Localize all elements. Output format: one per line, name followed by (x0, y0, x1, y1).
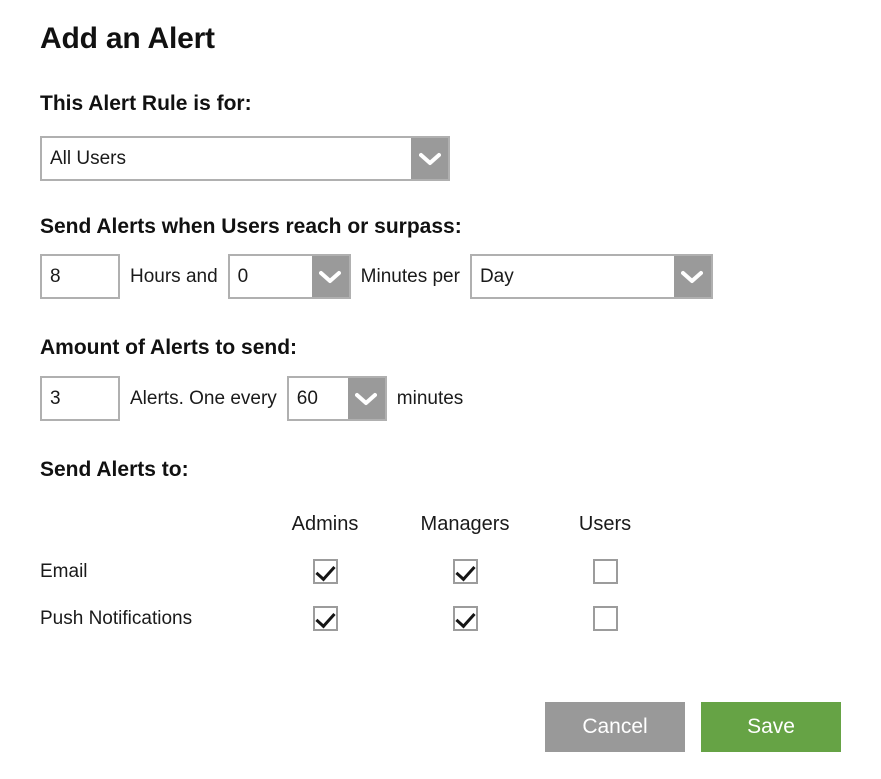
minutes-per-text: Minutes per (360, 265, 460, 287)
cancel-button[interactable]: Cancel (545, 702, 685, 752)
cell-push-users (535, 595, 675, 642)
minutes-unit-text: minutes (396, 387, 464, 409)
checkbox-email-managers[interactable] (452, 559, 478, 584)
checkbox-email-users[interactable] (592, 559, 618, 584)
column-header-users: Users (578, 512, 632, 535)
save-button[interactable]: Save (701, 702, 841, 752)
column-header-admins: Admins (291, 512, 359, 535)
recipients-table: Admins Managers Users Email Push Notific… (40, 500, 675, 642)
send-alerts-to-label: Send Alerts to: (40, 458, 189, 481)
alerts-count-input[interactable] (40, 376, 120, 421)
rule-for-row: All Users (40, 136, 450, 181)
cell-push-admins (255, 595, 395, 642)
interval-select[interactable]: 60 (286, 376, 387, 421)
interval-value: 60 (296, 387, 318, 409)
hours-and-text: Hours and (130, 265, 218, 287)
chevron-down-icon[interactable] (673, 256, 711, 297)
period-value: Day (479, 265, 514, 287)
alerts-one-every-text: Alerts. One every (130, 387, 277, 409)
threshold-row: Hours and 0 Minutes per Day (40, 254, 713, 299)
alert-target-select[interactable]: All Users (40, 136, 450, 181)
chevron-down-icon[interactable] (347, 378, 385, 419)
table-header-row: Admins Managers Users (40, 500, 675, 548)
chevron-down-icon[interactable] (411, 138, 448, 179)
checkbox-email-admins[interactable] (312, 559, 338, 584)
column-header-managers: Managers (420, 512, 510, 535)
amount-row: Alerts. One every 60 minutes (40, 376, 473, 421)
alert-target-value: All Users (50, 147, 127, 169)
rule-for-label: This Alert Rule is for: (40, 92, 252, 115)
cell-email-users (535, 548, 675, 595)
form-actions: Cancel Save (0, 702, 841, 752)
add-alert-form: Add an Alert This Alert Rule is for: All… (0, 0, 881, 779)
cell-email-admins (255, 548, 395, 595)
threshold-label: Send Alerts when Users reach or surpass: (40, 215, 462, 238)
chevron-down-icon[interactable] (311, 256, 349, 297)
table-row: Email (40, 548, 675, 595)
checkbox-push-admins[interactable] (312, 606, 338, 631)
row-label-push-notifications: Push Notifications (40, 607, 193, 629)
matrix-corner (40, 500, 255, 548)
checkbox-push-users[interactable] (592, 606, 618, 631)
cell-push-managers (395, 595, 535, 642)
recipients-matrix: Admins Managers Users Email Push Notific… (40, 500, 675, 642)
table-row: Push Notifications (40, 595, 675, 642)
page-title: Add an Alert (40, 22, 215, 55)
cell-email-managers (395, 548, 535, 595)
hours-input[interactable] (40, 254, 120, 299)
minutes-select[interactable]: 0 (227, 254, 351, 299)
row-label-email: Email (40, 560, 88, 582)
amount-label: Amount of Alerts to send: (40, 336, 298, 359)
period-select[interactable]: Day (469, 254, 713, 299)
checkbox-push-managers[interactable] (452, 606, 478, 631)
minutes-value: 0 (237, 265, 249, 287)
